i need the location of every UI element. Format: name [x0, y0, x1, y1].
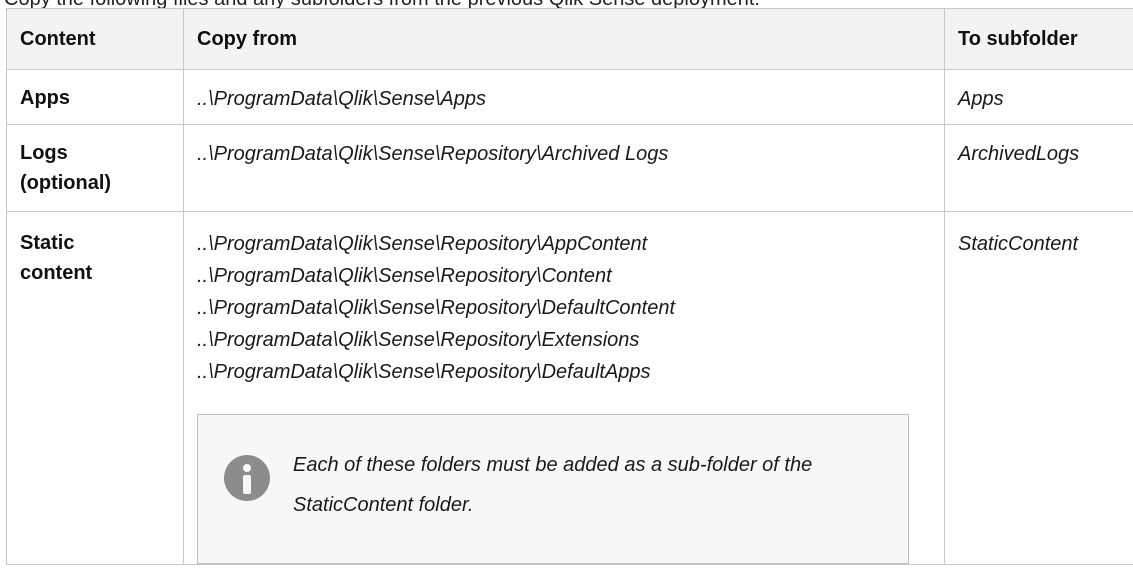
path-line: ..\ProgramData\Qlik\Sense\Repository\Def… — [197, 361, 651, 383]
copy-from-cell-apps: ..\ProgramData\Qlik\Sense\Apps — [183, 69, 945, 125]
copy-from-cell-static: ..\ProgramData\Qlik\Sense\Repository\App… — [183, 211, 945, 565]
info-note: Each of these folders must be added as a… — [197, 414, 909, 564]
table-row-static-content: Static content ..\ProgramData\Qlik\Sense… — [6, 211, 1133, 565]
table-row-logs: Logs (optional) ..\ProgramData\Qlik\Sens… — [6, 124, 1133, 212]
path-line: ..\ProgramData\Qlik\Sense\Apps — [197, 88, 487, 110]
table-header-row: Content Copy from To subfolder — [6, 8, 1133, 70]
content-cell-static: Static content — [6, 211, 184, 565]
content-line: Logs — [20, 142, 68, 164]
subfolder-cell-static: StaticContent — [944, 211, 1133, 565]
path-line: ..\ProgramData\Qlik\Sense\Repository\Con… — [197, 265, 612, 287]
header-to-subfolder: To subfolder — [944, 8, 1133, 70]
subfolder-cell-apps: Apps — [944, 69, 1133, 125]
content-line: (optional) — [20, 172, 112, 194]
note-text: Each of these folders must be added as a… — [293, 454, 813, 516]
path-line: ..\ProgramData\Qlik\Sense\Repository\Ext… — [197, 329, 640, 351]
path-line: ..\ProgramData\Qlik\Sense\Repository\App… — [197, 233, 648, 255]
content-cell-logs: Logs (optional) — [6, 124, 184, 212]
content-line: content — [20, 262, 93, 284]
path-line: ..\ProgramData\Qlik\Sense\Repository\Arc… — [197, 143, 669, 165]
table-row-apps: Apps ..\ProgramData\Qlik\Sense\Apps Apps — [6, 69, 1133, 125]
subfolder-cell-logs: ArchivedLogs — [944, 124, 1133, 212]
copy-folders-table: Content Copy from To subfolder Apps ..\P… — [6, 8, 1133, 565]
header-content: Content — [6, 8, 184, 70]
content-cell-apps: Apps — [6, 69, 184, 125]
path-line: ..\ProgramData\Qlik\Sense\Repository\Def… — [197, 297, 675, 319]
header-copy-from: Copy from — [183, 8, 945, 70]
content-line: Static — [20, 232, 75, 254]
copy-from-cell-logs: ..\ProgramData\Qlik\Sense\Repository\Arc… — [183, 124, 945, 212]
info-icon — [224, 455, 270, 501]
